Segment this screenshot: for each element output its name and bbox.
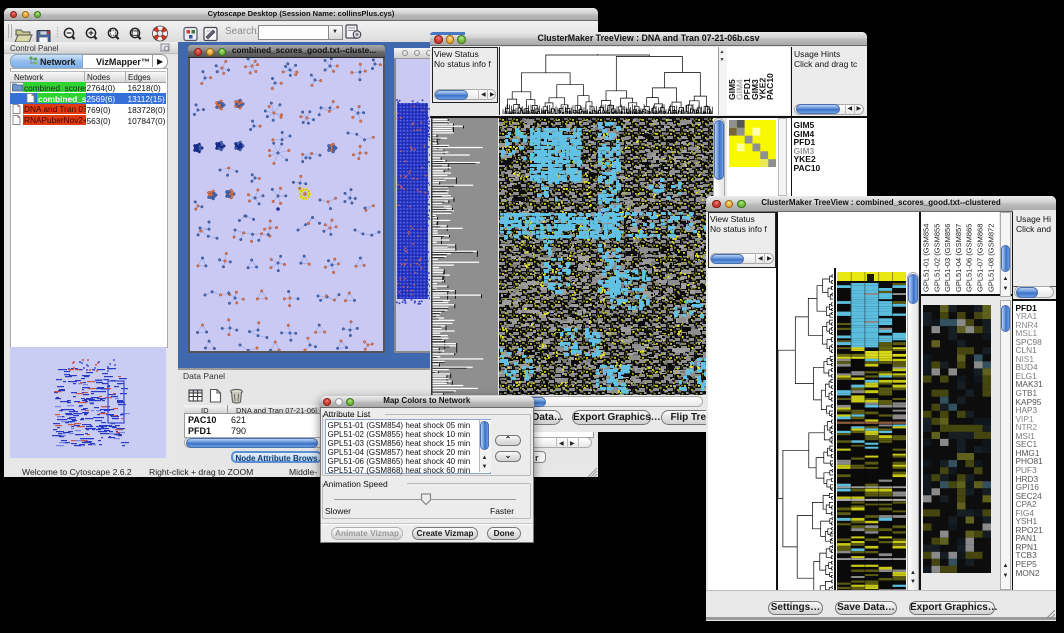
svg-text:GPL51-04 (GSM857: GPL51-04 (GSM857 xyxy=(954,224,963,292)
svg-text:PAC10: PAC10 xyxy=(765,73,775,100)
svg-text:GPL51-02 (GSM855: GPL51-02 (GSM855 xyxy=(932,224,941,292)
svg-text:GPL51-01 (GSM854: GPL51-01 (GSM854 xyxy=(922,224,931,292)
svg-text:GPL51-03 (GSM856: GPL51-03 (GSM856 xyxy=(943,224,952,292)
svg-text:GPL51-06 (GSM865: GPL51-06 (GSM865 xyxy=(965,224,974,292)
svg-text:GPL51-07 (GSM868: GPL51-07 (GSM868 xyxy=(976,224,985,292)
svg-text:GPL51-08 (GSM872: GPL51-08 (GSM872 xyxy=(986,224,995,292)
